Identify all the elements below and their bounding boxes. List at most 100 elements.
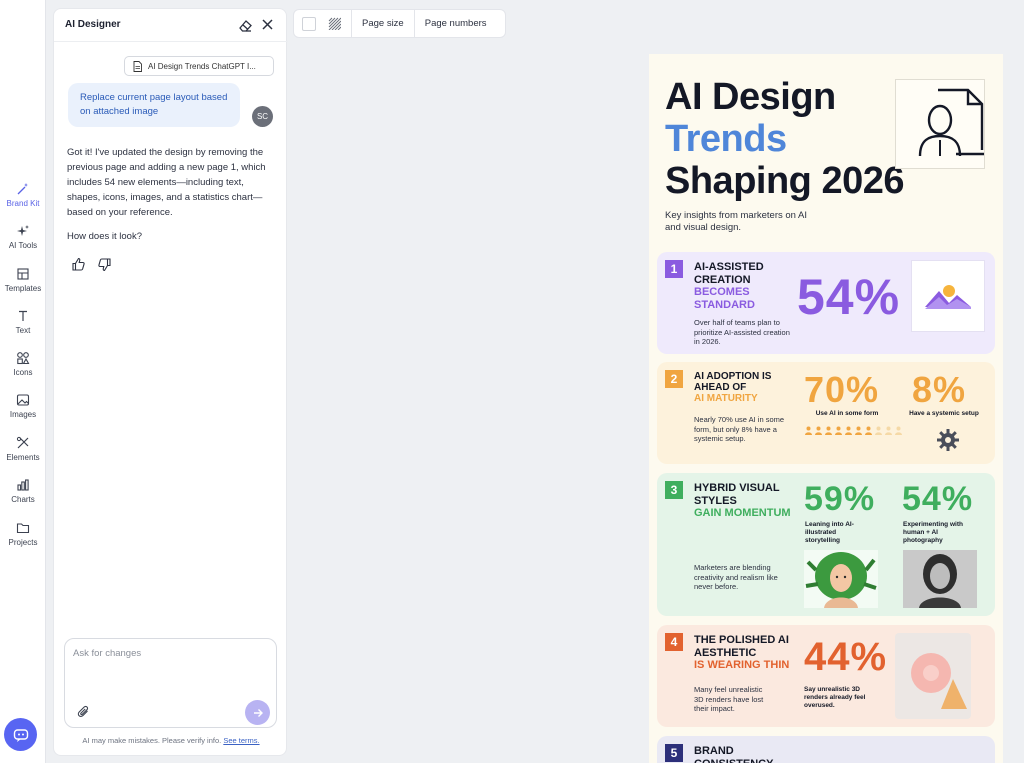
magic-wand-icon: [17, 183, 28, 195]
card-body: Marketers are blending creativity and re…: [694, 563, 778, 591]
card-body: Over half of teams plan to prioritize AI…: [694, 318, 790, 346]
card-stat-a: 59%: [804, 480, 876, 518]
bar-chart-icon: [17, 479, 29, 491]
rail-label: Charts: [11, 495, 35, 504]
card-heading-accent: AI MATURITY: [694, 393, 758, 404]
rail-item-images[interactable]: Images: [0, 393, 46, 419]
poster-subtitle[interactable]: Key insights from marketers on AI and vi…: [665, 210, 815, 234]
card-number: 1: [665, 260, 683, 278]
eraser-icon[interactable]: [238, 18, 253, 33]
ai-assistant-button[interactable]: [4, 718, 37, 751]
thumbs-down-icon[interactable]: [97, 257, 112, 272]
rail-label: Elements: [6, 453, 40, 462]
card-heading: AI ADOPTION IS AHEAD OF AI MATURITY: [694, 371, 774, 404]
illustrated-woman-icon: [805, 552, 877, 608]
card-stat-a: 70%: [804, 369, 880, 410]
card-stat-label: Say unrealistic 3D renders already feel …: [804, 686, 866, 709]
rail-label: Text: [15, 326, 31, 335]
card-body: Many feel unrealistic 3D renders have lo…: [694, 685, 764, 713]
card-stat: 44%: [804, 635, 888, 679]
chat-bot-icon: [13, 728, 28, 742]
rail-item-ai-tools[interactable]: AI Tools: [0, 224, 46, 250]
close-icon[interactable]: [261, 18, 274, 31]
card-stat-a-label: Leaning into AI-illustrated storytelling: [805, 521, 854, 544]
card-heading-text: AI-ASSISTED CREATION: [694, 261, 764, 286]
title-line: AI Design: [665, 76, 836, 118]
card-number: 2: [665, 370, 683, 388]
design-page[interactable]: AI Design Trends Shaping 2026 Key insigh…: [649, 54, 1003, 763]
disclaimer: AI may make mistakes. Please verify info…: [54, 736, 288, 745]
card-stat-a-label: Use AI in some form: [815, 410, 879, 417]
poster-title[interactable]: AI Design Trends Shaping 2026: [665, 76, 904, 202]
mountain-image[interactable]: [911, 260, 985, 332]
hero-image[interactable]: [895, 79, 985, 169]
title-line: Shaping 2026: [665, 160, 904, 202]
rail-item-text[interactable]: Text: [0, 309, 46, 335]
card-number: 5: [665, 744, 683, 762]
illustrated-portrait-image[interactable]: [804, 550, 878, 608]
rail-label: Images: [9, 410, 37, 419]
person-icon: [885, 426, 892, 435]
folder-icon: [16, 523, 30, 534]
card-heading-accent: GAIN MOMENTUM: [694, 507, 791, 519]
thumbs-up-icon[interactable]: [71, 257, 86, 272]
stat-card-2[interactable]: 2 AI ADOPTION IS AHEAD OF AI MATURITY Ne…: [657, 362, 995, 464]
photo-portrait-image[interactable]: [903, 550, 977, 608]
pattern-icon[interactable]: [328, 17, 341, 30]
card-heading: THE POLISHED AI AESTHETIC IS WEARING THI…: [694, 634, 794, 672]
card-stat-b-label: Experimenting with human + AI photograph…: [903, 521, 963, 544]
rail-item-charts[interactable]: Charts: [0, 478, 46, 504]
rail-label: Brand Kit: [6, 199, 40, 208]
page-size-button[interactable]: Page size: [352, 18, 414, 29]
user-message: Replace current page layout based on att…: [68, 83, 240, 127]
stat-card-3[interactable]: 3 HYBRID VISUAL STYLES GAIN MOMENTUM Mar…: [657, 473, 995, 616]
person-icon: [895, 426, 902, 435]
rail-item-icons[interactable]: Icons: [0, 351, 46, 377]
person-icon: [815, 426, 822, 435]
assistant-message: Got it! I've updated the design by remov…: [67, 147, 266, 218]
paperclip-icon[interactable]: [77, 705, 91, 719]
stat-card-1[interactable]: 1 AI-ASSISTED CREATION BECOMES STANDARD …: [657, 252, 995, 354]
disclaimer-text: AI may make mistakes. Please verify info…: [82, 736, 222, 745]
sparkles-icon: [17, 225, 29, 236]
card-stat: 54%: [797, 269, 901, 325]
rail-item-elements[interactable]: Elements: [0, 436, 46, 462]
page-numbers-button[interactable]: Page numbers: [415, 18, 497, 29]
card-stat-b: 8%: [912, 369, 967, 410]
3d-shapes-icon: [911, 653, 967, 709]
person-icon: [835, 426, 842, 435]
card-body: Nearly 70% use AI in some form, but only…: [694, 415, 785, 443]
person-icon: [875, 426, 882, 435]
stat-card-4[interactable]: 4 THE POLISHED AI AESTHETIC IS WEARING T…: [657, 625, 995, 727]
person-icon: [825, 426, 832, 435]
3d-render-image[interactable]: [895, 633, 971, 719]
woman-photo-icon: [903, 550, 977, 608]
arrow-right-icon: [253, 708, 263, 717]
card-heading-accent: BECOMES STANDARD: [694, 286, 755, 311]
send-button[interactable]: [245, 700, 270, 725]
page-toolbar: Page size Page numbers: [293, 9, 506, 38]
shapes-icon: [17, 352, 30, 365]
stat-card-5[interactable]: 5 BRAND CONSISTENCY: [657, 736, 995, 763]
people-icon-row: [804, 422, 904, 440]
card-number: 4: [665, 633, 683, 651]
rail-label: Icons: [13, 368, 33, 377]
attachment-chip[interactable]: AI Design Trends ChatGPT I...: [124, 56, 274, 76]
card-stat-b: 54%: [902, 480, 974, 518]
rail-item-brand-kit[interactable]: Brand Kit: [0, 182, 46, 208]
gear-icon: [937, 429, 959, 451]
card-heading: BRAND CONSISTENCY: [694, 745, 773, 763]
see-terms-link[interactable]: See terms.: [223, 736, 259, 745]
app-window: Brand Kit AI Tools Templates Text Icons …: [0, 0, 1024, 763]
rail-item-templates[interactable]: Templates: [0, 267, 46, 293]
title-line-accent: Trends: [665, 118, 787, 160]
templates-icon: [17, 268, 29, 280]
chat-input[interactable]: [73, 648, 268, 688]
rail-item-projects[interactable]: Projects: [0, 521, 46, 547]
ai-designer-panel: AI Designer AI Design Trends ChatGPT I..…: [53, 8, 288, 756]
card-heading: AI-ASSISTED CREATION BECOMES STANDARD: [694, 261, 774, 311]
card-heading: HYBRID VISUAL STYLES GAIN MOMENTUM: [694, 482, 794, 520]
assistant-question: How does it look?: [67, 231, 142, 242]
card-number: 3: [665, 481, 683, 499]
background-color-swatch[interactable]: [302, 16, 316, 31]
